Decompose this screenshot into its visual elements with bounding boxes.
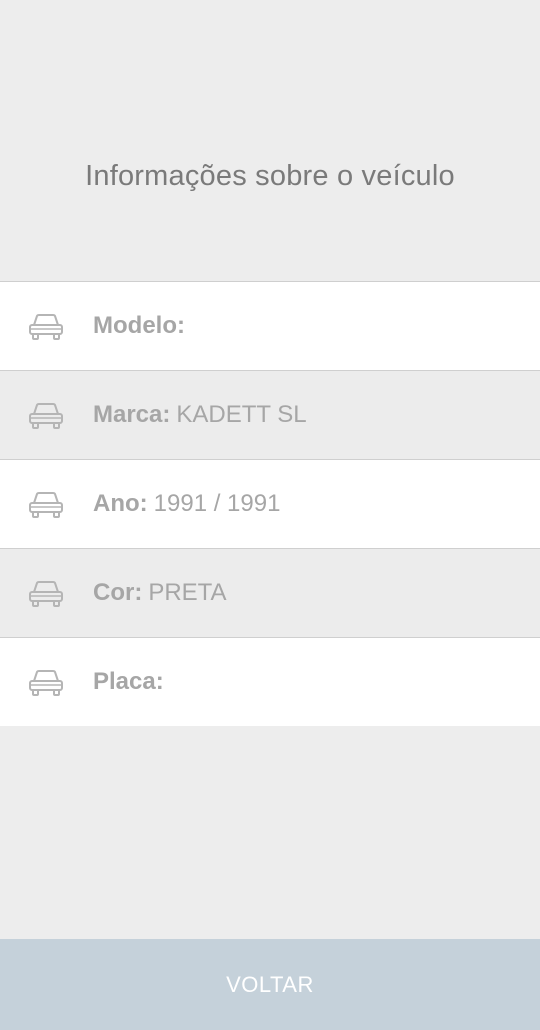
cor-value: PRETA (148, 579, 227, 606)
ano-label: Ano: (93, 490, 148, 517)
car-icon (29, 403, 63, 429)
car-icon (29, 581, 63, 607)
marca-label: Marca: (93, 401, 171, 428)
page-title: Informações sobre o veículo (85, 160, 455, 192)
cor-label: Cor: (93, 579, 143, 606)
info-row-ano: Ano: 1991 / 1991 (0, 460, 540, 549)
back-button[interactable]: VOLTAR (0, 939, 540, 1030)
vehicle-info-list: Modelo: Marca: KADETT SL Ano: 1991 / 1991 (0, 281, 540, 726)
header: Informações sobre o veículo (0, 0, 540, 281)
marca-value: KADETT SL (176, 401, 307, 428)
info-row-marca: Marca: KADETT SL (0, 371, 540, 460)
placa-label: Placa: (93, 668, 164, 695)
car-icon (29, 670, 63, 696)
info-row-cor: Cor: PRETA (0, 549, 540, 638)
ano-value: 1991 / 1991 (153, 490, 281, 517)
car-icon (29, 492, 63, 518)
info-row-modelo: Modelo: (0, 282, 540, 371)
car-icon (29, 314, 63, 340)
info-row-placa: Placa: (0, 638, 540, 726)
modelo-label: Modelo: (93, 312, 185, 339)
